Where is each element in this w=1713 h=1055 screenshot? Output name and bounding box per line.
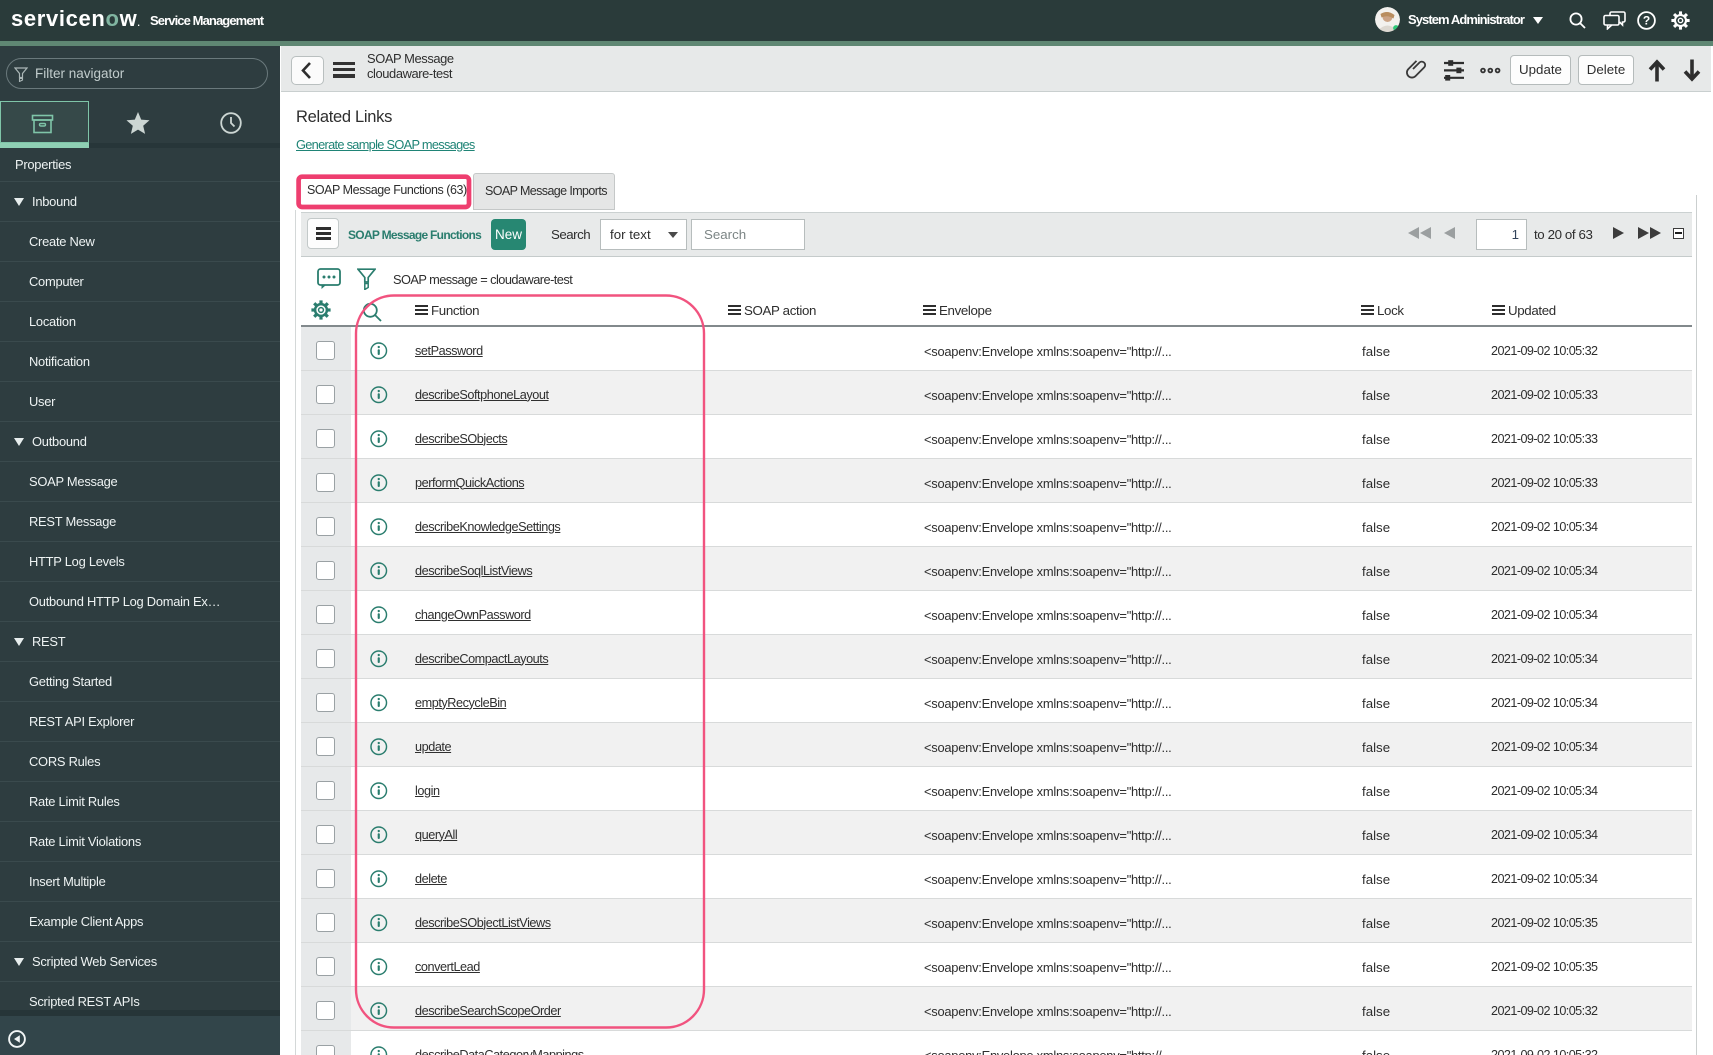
svg-text:?: ? <box>1643 14 1650 28</box>
